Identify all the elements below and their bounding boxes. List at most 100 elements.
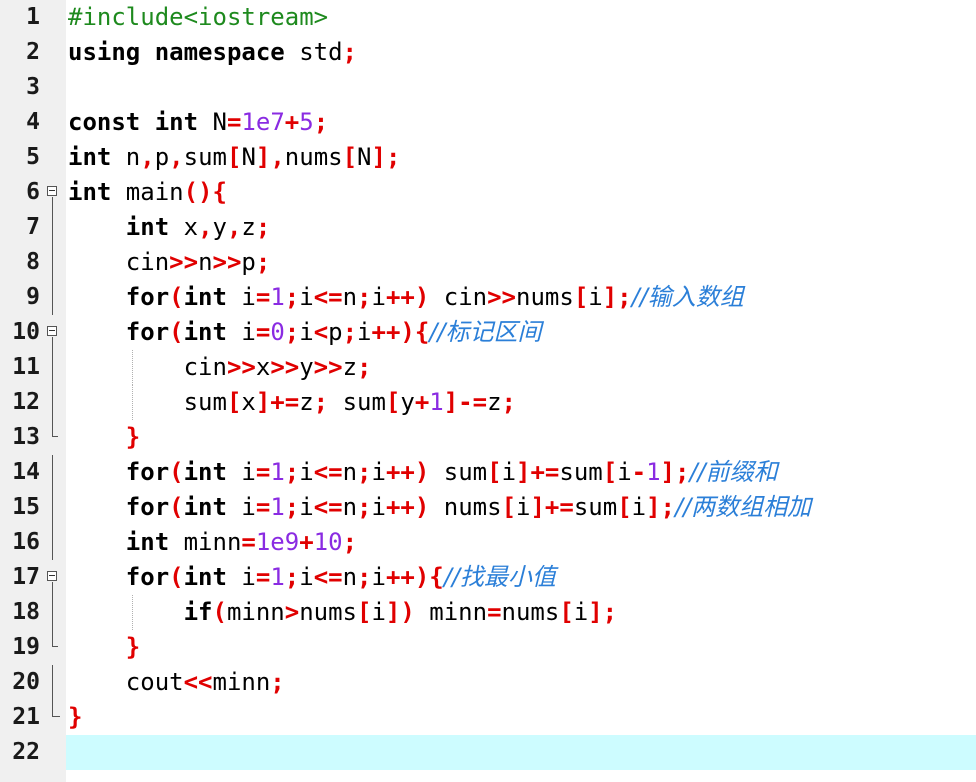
code-line[interactable]: 3 (0, 70, 976, 105)
code-token: ( (169, 458, 184, 486)
code-token: i (226, 563, 256, 591)
code-line[interactable]: 12 sum[x]+=z; sum[y+1]-=z; (0, 385, 976, 420)
code-line[interactable]: 8 cin>>n>>p; (0, 245, 976, 280)
code-line-area[interactable]: for(int i=1;i<=n;i++) cin>>nums[i];//输入数… (66, 280, 976, 315)
fold-guide-icon (44, 280, 62, 315)
code-token: i (631, 493, 647, 521)
code-line[interactable]: 10 for(int i=0;i<p;i++){//标记区间 (0, 315, 976, 350)
code-line[interactable]: 6 int main(){ (0, 175, 976, 210)
code-token: [ (573, 283, 589, 311)
code-line[interactable]: 19 } (0, 630, 976, 665)
code-token: i (299, 458, 314, 486)
code-token: z (487, 388, 502, 416)
fold-guide-icon (44, 455, 62, 490)
code-line[interactable]: 9 for(int i=1;i<=n;i++) cin>>nums[i];//输… (0, 280, 976, 315)
code-line-area[interactable]: cout<<minn; (66, 665, 976, 700)
code-token: i (501, 458, 517, 486)
code-line-area[interactable]: int minn=1e9+10; (66, 525, 976, 560)
code-token: i (357, 318, 372, 346)
fold-toggle-icon[interactable] (44, 175, 62, 210)
code-token: ; (284, 283, 300, 311)
code-line-area[interactable]: for(int i=0;i<p;i++){//标记区间 (66, 315, 976, 350)
code-line[interactable]: 11 cin>>x>>y>>z; (0, 350, 976, 385)
code-token: < (313, 318, 329, 346)
code-token: sum (559, 458, 603, 486)
code-line-area[interactable]: int main(){ (66, 175, 976, 210)
code-line-area[interactable]: using namespace std; (66, 35, 976, 70)
code-line-area[interactable]: for(int i=1;i<=n;i++) nums[i]+=sum[i];//… (66, 490, 976, 525)
fold-guide-icon (44, 385, 62, 420)
code-line-area[interactable]: cin>>x>>y>>z; (66, 350, 976, 385)
code-token: cin (68, 353, 227, 381)
code-token: i (371, 598, 386, 626)
code-token: 10 (313, 528, 343, 556)
fold-guide-icon (44, 525, 62, 560)
code-line[interactable]: 22 (0, 735, 976, 770)
code-line[interactable]: 15 for(int i=1;i<=n;i++) nums[i]+=sum[i]… (0, 490, 976, 525)
code-line-area[interactable]: if(minn>nums[i]) minn=nums[i]; (66, 595, 976, 630)
code-token: N (241, 143, 256, 171)
code-token: << (183, 668, 213, 696)
code-line[interactable]: 18 if(minn>nums[i]) minn=nums[i]; (0, 595, 976, 630)
code-token: minn (169, 528, 242, 556)
code-editor[interactable]: 1 #include<iostream> 2 using namespace std;… (0, 0, 976, 782)
code-text: int minn=1e9+10; (68, 525, 357, 560)
code-token: + (299, 528, 314, 556)
code-line-area[interactable]: for(int i=1;i<=n;i++) sum[i]+=sum[i-1];/… (66, 455, 976, 490)
code-token: = (226, 108, 242, 136)
code-token: >> (226, 353, 256, 381)
code-token: ++){ (371, 318, 430, 346)
code-token: i (299, 563, 314, 591)
code-token: ]; (660, 458, 690, 486)
code-line-area[interactable]: } (66, 700, 976, 735)
code-line[interactable]: 21} (0, 700, 976, 735)
code-line[interactable]: 1 #include<iostream> (0, 0, 976, 35)
code-token: cin (68, 248, 170, 276)
code-token: //标记区间 (429, 318, 542, 346)
code-line[interactable]: 5 int n,p,sum[N],nums[N]; (0, 140, 976, 175)
fold-guide-icon (44, 630, 62, 665)
code-line[interactable]: 13 } (0, 420, 976, 455)
fold-toggle-icon[interactable] (44, 315, 62, 350)
code-line-area[interactable]: int n,p,sum[N],nums[N]; (66, 140, 976, 175)
code-line[interactable]: 4 const int N=1e7+5; (0, 105, 976, 140)
code-token: z (342, 353, 358, 381)
code-line-area[interactable] (66, 735, 976, 770)
code-line-area[interactable]: cin>>n>>p; (66, 245, 976, 280)
code-line[interactable]: 7 int x,y,z; (0, 210, 976, 245)
code-line[interactable]: 20 cout<<minn; (0, 665, 976, 700)
code-text: sum[x]+=z; sum[y+1]-=z; (68, 385, 516, 420)
code-token: = (487, 598, 502, 626)
code-line-area[interactable]: int x,y,z; (66, 210, 976, 245)
code-token: <= (313, 283, 343, 311)
code-line-area[interactable]: for(int i=1;i<=n;i++){//找最小值 (66, 560, 976, 595)
code-token: ; (313, 388, 329, 416)
code-text: int n,p,sum[N],nums[N]; (68, 140, 400, 175)
code-token: } (68, 703, 83, 731)
code-line[interactable]: 16 int minn=1e9+10; (0, 525, 976, 560)
line-number: 6 (26, 179, 40, 205)
code-line-area[interactable]: sum[x]+=z; sum[y+1]-=z; (66, 385, 976, 420)
code-token: #include<iostream> (68, 3, 329, 31)
code-line[interactable]: 17 for(int i=1;i<=n;i++){//找最小值 (0, 560, 976, 595)
code-line-area[interactable]: const int N=1e7+5; (66, 105, 976, 140)
code-token: sum (68, 388, 227, 416)
code-token: nums (516, 283, 574, 311)
line-number: 18 (12, 599, 40, 625)
code-line[interactable]: 14 for(int i=1;i<=n;i++) sum[i]+=sum[i-1… (0, 455, 976, 490)
code-line-area[interactable] (66, 70, 976, 105)
code-token: int (183, 563, 227, 591)
code-token: + (284, 108, 300, 136)
code-line-area[interactable]: } (66, 630, 976, 665)
fold-guide-icon (44, 700, 62, 735)
code-token: nums (284, 143, 343, 171)
code-token: , (140, 143, 155, 171)
code-line-area[interactable]: #include<iostream> (66, 0, 976, 35)
code-token: ] (371, 143, 386, 171)
code-token: 1 (429, 388, 444, 416)
code-line[interactable]: 2 using namespace std; (0, 35, 976, 70)
code-line-area[interactable]: } (66, 420, 976, 455)
fold-toggle-icon[interactable] (44, 560, 62, 595)
